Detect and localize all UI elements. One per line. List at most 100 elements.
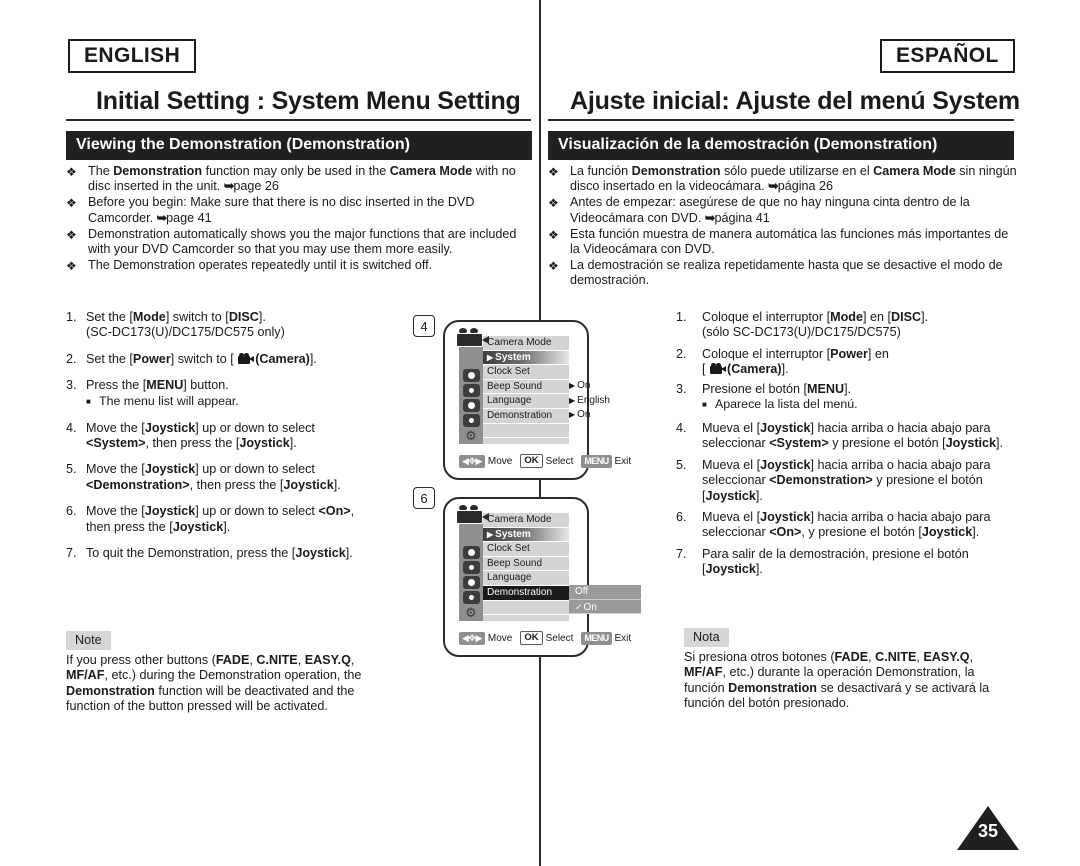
step-text: Mueva el [Joystick] hacia arriba o hacia…: [702, 421, 1004, 451]
caret-right-icon: ▶: [569, 410, 576, 420]
step-text: Move the [Joystick] up or down to select…: [86, 504, 355, 534]
step-item: 4. Move the [Joystick] up or down to sele…: [66, 421, 396, 452]
step-list-spanish: 1. Coloque el interruptor [Mode] en [DISC…: [676, 310, 1014, 578]
bullet-item: ❖ The Demonstration operates repeatedly u…: [66, 258, 534, 274]
step-number: 7.: [676, 546, 687, 561]
menu-item-demonstration[interactable]: Demonstration: [483, 409, 569, 424]
bullet-text: The Demonstration operates repeatedly un…: [88, 258, 433, 273]
menu-values: ▶ On ▶ English ▶ On: [569, 350, 639, 423]
bullet-item: ❖ Before you begin: Make sure that there …: [66, 195, 534, 225]
step-item: 7. To quit the Demonstration, press the […: [66, 546, 396, 561]
bullet-marker-icon: ❖: [66, 259, 77, 274]
step-text: Move the [Joystick] up or down to select…: [86, 420, 315, 451]
language-tag-spanish: ESPAÑOL: [880, 39, 1015, 74]
camera-mode-icon: [456, 327, 490, 349]
bullet-text: Demonstration automatically shows you th…: [88, 226, 517, 257]
step-number: 2.: [676, 346, 687, 361]
step-text: Mueva el [Joystick] hacia arriba o hacia…: [702, 510, 991, 540]
bullet-marker-icon: ❖: [66, 196, 77, 211]
section-banner-spanish: Visualización de la demostración (Demons…: [548, 131, 1014, 161]
step-item: 5. Move the [Joystick] up or down to sele…: [66, 462, 396, 493]
note-body: Si presiona otros botones (FADE, C.NITE,…: [684, 650, 990, 711]
step-marker-6: 6: [413, 487, 435, 509]
menu-item-language[interactable]: Language: [483, 394, 569, 409]
bullet-marker-icon: ❖: [548, 196, 559, 211]
menu-title: Camera Mode: [483, 336, 569, 351]
menu-item-clock-set[interactable]: Clock Set: [483, 365, 569, 380]
bullet-text: Before you begin: Make sure that there i…: [88, 195, 475, 225]
caret-right-icon: ▶: [569, 395, 576, 405]
step-number: 7.: [66, 546, 77, 561]
bullet-list-spanish: ❖ La función Demonstration sólo puede uti…: [548, 164, 1018, 290]
page-title-english: Initial Setting : System Menu Setting: [96, 87, 521, 115]
menu-item-language[interactable]: Language: [483, 571, 569, 586]
hint-move-label: Move: [487, 455, 513, 467]
step-marker-4: 4: [413, 315, 435, 337]
disc-icon: [462, 399, 480, 412]
menu-key-icon: MENU: [581, 454, 612, 468]
bullet-list-english: ❖ The Demonstration function may only be …: [66, 164, 534, 275]
step-text: Coloque el interruptor [Power] en[ (Came…: [702, 346, 889, 377]
menu-panel: ⚙ Camera Mode ▶ System Clock Set Beep Sound L…: [459, 513, 569, 630]
menu-item-demonstration[interactable]: Demonstration: [483, 585, 569, 601]
sub-step-text: The menu list will appear.: [99, 393, 239, 408]
spacer-icon: [463, 531, 480, 544]
tv-icon: [462, 591, 480, 604]
step-number: 1.: [66, 310, 77, 324]
step-item: 1. Set the [Mode] switch to [DISC]. (SC-DC…: [66, 310, 396, 341]
menu-value: ▶ English: [569, 394, 610, 406]
step-item: 7. Para salir de la demostración, presion…: [676, 547, 1014, 578]
submenu-option-off[interactable]: Off: [569, 585, 641, 600]
menu-value: [569, 365, 639, 380]
bullet-item: ❖ La demostración se realiza repetidament…: [548, 258, 1018, 288]
menu-item-beep-sound[interactable]: Beep Sound: [483, 557, 569, 572]
bullet-marker-icon: ❖: [548, 165, 559, 179]
menu-key-icon: MENU: [581, 631, 612, 645]
menu-icon-column: ⚙: [459, 513, 483, 621]
dpad-icon: ◀✥▶: [459, 631, 485, 645]
step-number: 6.: [676, 510, 687, 525]
menu-item-system[interactable]: ▶ System: [483, 350, 569, 366]
step-number: 4.: [676, 421, 687, 436]
step-item: 2. Coloque el interruptor [Power] en[ (Ca…: [676, 347, 1014, 378]
menu-item-system[interactable]: ▶ System: [483, 527, 569, 543]
square-bullet-icon: ■: [86, 396, 91, 406]
step-text: Presione el botón [MENU]. ■ Aparece la lis…: [702, 382, 1014, 413]
step-text: Para salir de la demostración, presione …: [702, 546, 969, 577]
bullet-text: The Demonstration function may only be u…: [88, 164, 516, 194]
menu-item-beep-sound[interactable]: Beep Sound: [483, 380, 569, 395]
record-icon: [462, 369, 480, 382]
tv-icon: [462, 414, 480, 427]
menu-item-empty: .: [483, 424, 569, 439]
title-rule-english: [66, 119, 531, 121]
square-bullet-icon: ■: [702, 400, 707, 410]
page-number-badge: 35: [957, 806, 1019, 850]
hint-exit-label: Exit: [614, 632, 632, 644]
step-text: Set the [Mode] switch to [DISC]. (SC-DC17…: [86, 310, 285, 340]
bullet-text: La demostración se realiza repetidamente…: [570, 258, 1003, 288]
step-number: 6.: [66, 504, 77, 519]
step-number: 1.: [676, 310, 687, 324]
step-item: 6. Move the [Joystick] up or down to sele…: [66, 504, 396, 535]
step-item: 2. Set the [Power] switch to [ (Camera)].: [66, 352, 396, 367]
hint-select-label: Select: [545, 632, 574, 644]
menu-item-clock-set[interactable]: Clock Set: [483, 542, 569, 557]
step-item: 6. Mueva el [Joystick] hacia arriba o hac…: [676, 510, 1014, 541]
submenu-option-on[interactable]: ✓On: [569, 599, 641, 615]
step-item: 1. Coloque el interruptor [Mode] en [DISC…: [676, 310, 1014, 341]
page-title-spanish: Ajuste inicial: Ajuste del menú System: [570, 87, 1020, 115]
menu-panel: ⚙ Camera Mode ▶ System Clock Set Beep Sound L…: [459, 336, 569, 453]
lcd-hint-bar: ◀✥▶ Move OK Select MENU Exit: [459, 631, 649, 645]
caret-right-icon: ▶: [487, 352, 494, 362]
note-label: Note: [66, 631, 111, 650]
step-text: Coloque el interruptor [Mode] en [DISC].…: [702, 310, 929, 340]
menu-item-empty: .: [483, 615, 569, 630]
step-number: 3.: [676, 381, 687, 396]
lcd-screen-step6: ⚙ Camera Mode ▶ System Clock Set Beep Sound L…: [443, 497, 641, 657]
bullet-marker-icon: ❖: [548, 227, 559, 242]
menu-value: ▶ On: [569, 409, 591, 421]
caret-right-icon: ▶: [569, 381, 576, 391]
spacer-icon: [463, 354, 480, 367]
step-number: 4.: [66, 420, 77, 435]
note-label: Nota: [684, 628, 729, 647]
